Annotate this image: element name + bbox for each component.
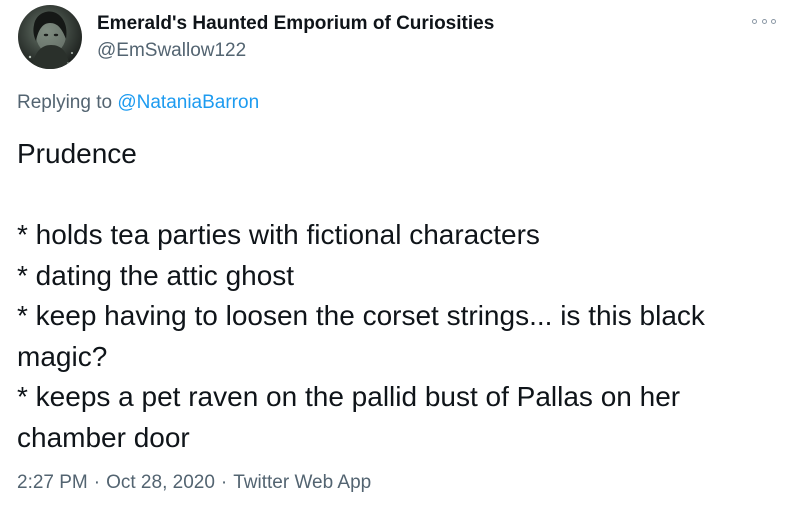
replying-prefix: Replying to <box>17 92 113 113</box>
user-handle[interactable]: @EmSwallow122 <box>97 40 246 62</box>
tweet-line: * keep having to loosen the corset strin… <box>17 300 705 331</box>
replying-to: Replying to @NataniaBarron <box>17 92 259 114</box>
tweet-time[interactable]: 2:27 PM <box>17 472 88 493</box>
tweet-line <box>17 175 777 216</box>
tweet-meta: 2:27 PM · Oct 28, 2020 · Twitter Web App <box>17 472 371 494</box>
separator: · <box>93 472 101 493</box>
more-dot <box>761 18 767 24</box>
replying-to-link[interactable]: @NataniaBarron <box>117 92 259 113</box>
more-dot <box>771 18 776 24</box>
display-name[interactable]: Emerald's Haunted Emporium of Curiositie… <box>97 13 494 35</box>
more-dot <box>752 18 757 24</box>
tweet-line: * keeps a pet raven on the pallid bust o… <box>17 381 681 412</box>
avatar[interactable] <box>18 5 82 69</box>
tweet-line: Prudence <box>17 138 137 169</box>
tweet-line: * dating the attic ghost <box>17 259 295 291</box>
tweet-line: magic? <box>17 340 108 372</box>
tweet-line: * holds tea parties with fictional chara… <box>17 219 540 250</box>
tweet-line: chamber door <box>17 421 190 453</box>
tweet-source[interactable]: Twitter Web App <box>233 472 371 493</box>
separator: · <box>220 472 228 493</box>
tweet-date[interactable]: Oct 28, 2020 <box>106 472 215 493</box>
tweet-text: Prudence * holds tea parties with fictio… <box>17 134 777 458</box>
more-options-icon[interactable] <box>752 14 776 28</box>
avatar-image <box>28 11 73 69</box>
